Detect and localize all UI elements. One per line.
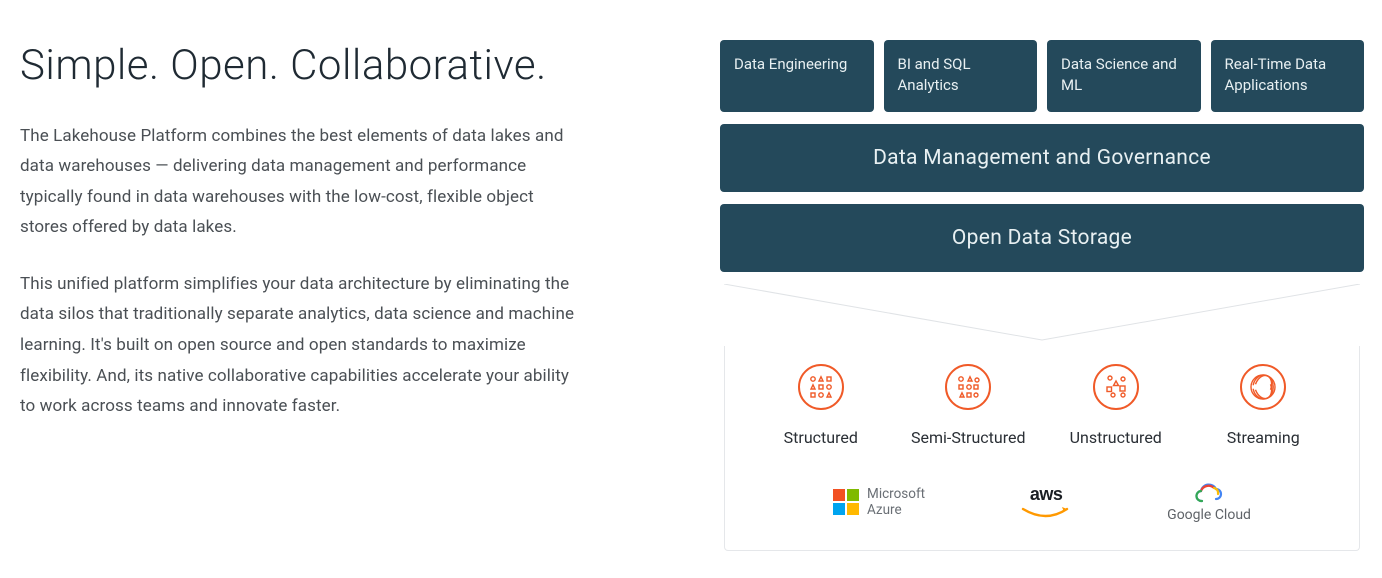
format-unstructured: Unstructured	[1042, 364, 1190, 447]
google-cloud-label: Google Cloud	[1167, 507, 1251, 524]
format-structured: Structured	[747, 364, 895, 447]
aws-label: aws	[1030, 484, 1063, 506]
paragraph-2: This unified platform simplifies your da…	[20, 269, 580, 422]
tile-bi-sql-analytics[interactable]: BI and SQL Analytics	[884, 40, 1038, 112]
streaming-icon	[1240, 364, 1286, 410]
format-streaming: Streaming	[1190, 364, 1338, 447]
data-formats-card: Structured Semi-Structured	[724, 346, 1360, 551]
unstructured-icon	[1093, 364, 1139, 410]
tile-data-science-ml[interactable]: Data Science and ML	[1047, 40, 1201, 112]
tile-open-data-storage[interactable]: Open Data Storage	[720, 204, 1364, 272]
top-tile-row: Data Engineering BI and SQL Analytics Da…	[720, 40, 1364, 112]
funnel-connector	[724, 284, 1360, 344]
azure-label-line-2: Azure	[867, 502, 925, 518]
format-unstructured-label: Unstructured	[1070, 428, 1162, 447]
azure-label-line-1: Microsoft	[867, 486, 925, 502]
format-structured-label: Structured	[784, 428, 858, 447]
format-semi-structured: Semi-Structured	[895, 364, 1043, 447]
tile-realtime-apps[interactable]: Real-Time Data Applications	[1211, 40, 1365, 112]
cloud-aws: aws	[1021, 484, 1071, 521]
format-streaming-label: Streaming	[1227, 428, 1300, 447]
structured-icon	[798, 364, 844, 410]
azure-logo-icon	[833, 489, 859, 515]
google-cloud-icon	[1194, 481, 1224, 503]
headline: Simple. Open. Collaborative.	[20, 40, 580, 93]
semi-structured-icon	[945, 364, 991, 410]
paragraph-1: The Lakehouse Platform combines the best…	[20, 121, 580, 243]
data-formats-row: Structured Semi-Structured	[747, 364, 1337, 447]
tile-data-engineering[interactable]: Data Engineering	[720, 40, 874, 112]
aws-smile-icon	[1021, 507, 1071, 521]
cloud-providers-row: Microsoft Azure aws	[747, 481, 1337, 524]
format-semi-structured-label: Semi-Structured	[911, 428, 1026, 447]
cloud-azure: Microsoft Azure	[833, 486, 925, 518]
cloud-google: Google Cloud	[1167, 481, 1251, 524]
tile-data-mgmt-governance[interactable]: Data Management and Governance	[720, 124, 1364, 192]
